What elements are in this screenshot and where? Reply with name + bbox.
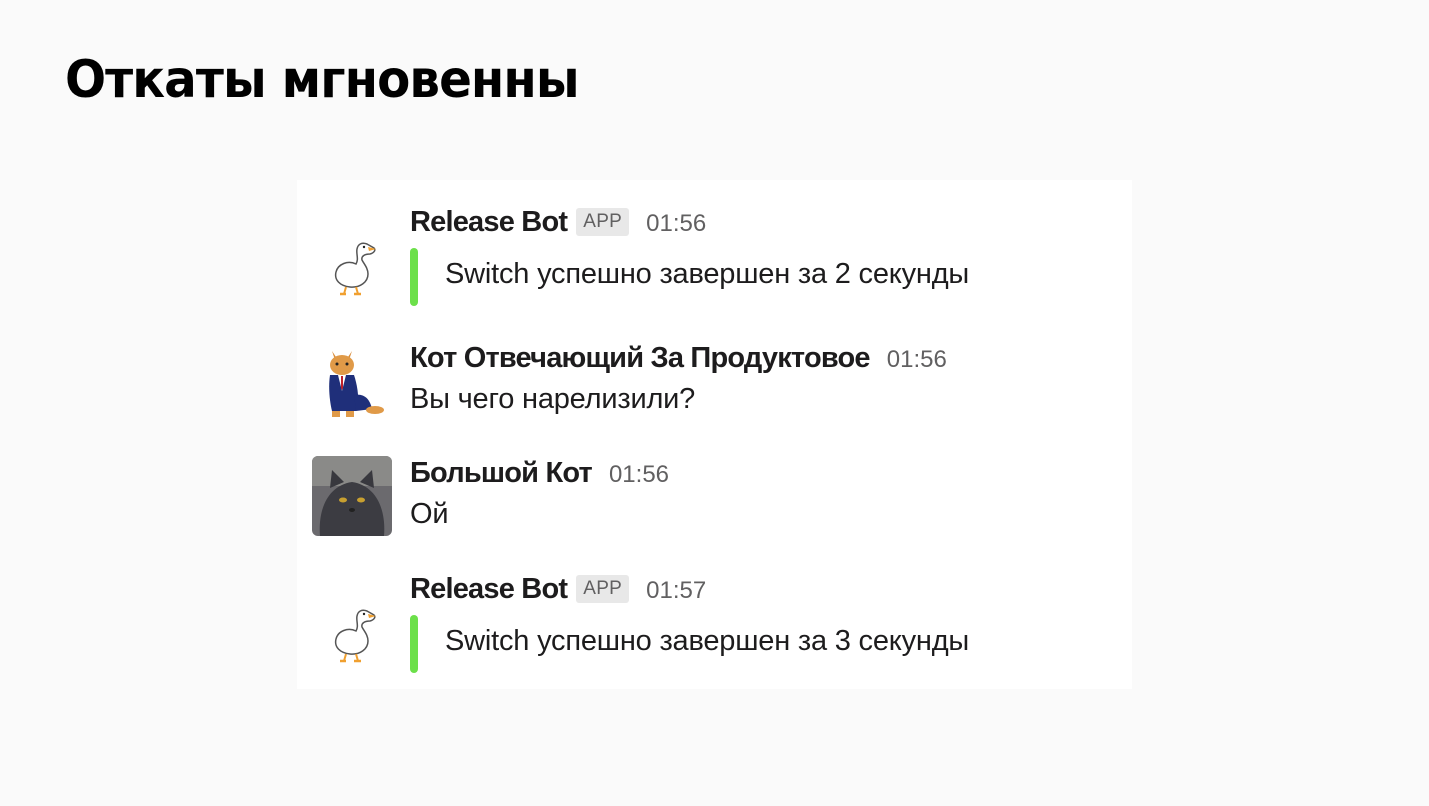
slide-title: Откаты мгновенны xyxy=(65,50,580,110)
goose-avatar-icon[interactable] xyxy=(312,224,392,304)
message-attachment: Switch успешно завершен за 2 секунды xyxy=(410,248,1122,306)
message-header: Кот Отвечающий За Продуктовое 01:56 xyxy=(410,338,1122,378)
message-timestamp[interactable]: 01:56 xyxy=(609,461,669,489)
attachment-color-bar xyxy=(410,615,418,673)
message-body: Release Bot APP 01:56 Switch успешно зав… xyxy=(410,202,1122,306)
grey-cat-avatar-icon[interactable] xyxy=(312,456,392,536)
message-header: Большой Кот 01:56 xyxy=(410,453,1122,493)
message-body: Большой Кот 01:56 Ой xyxy=(410,453,1122,531)
message-timestamp[interactable]: 01:57 xyxy=(646,577,706,605)
author-name[interactable]: Кот Отвечающий За Продуктовое xyxy=(410,342,871,375)
message-body: Кот Отвечающий За Продуктовое 01:56 Вы ч… xyxy=(410,338,1122,416)
goose-avatar-icon[interactable] xyxy=(312,591,392,671)
message-timestamp[interactable]: 01:56 xyxy=(887,346,947,374)
author-name[interactable]: Большой Кот xyxy=(410,457,593,490)
message-header: Release Bot APP 01:56 xyxy=(410,202,1122,242)
author-name[interactable]: Release Bot xyxy=(410,573,568,606)
message-text: Ой xyxy=(410,498,449,530)
message-body: Release Bot APP 01:57 Switch успешно зав… xyxy=(410,569,1122,673)
app-badge: APP xyxy=(576,575,630,603)
app-badge: APP xyxy=(576,208,630,236)
author-name[interactable]: Release Bot xyxy=(410,206,568,239)
attachment-text: Switch успешно завершен за 2 секунды xyxy=(445,258,970,290)
attachment-color-bar xyxy=(410,248,418,306)
chat-message-list: Release Bot APP 01:56 Switch успешно зав… xyxy=(297,180,1132,689)
message-timestamp[interactable]: 01:56 xyxy=(646,210,706,238)
message-attachment: Switch успешно завершен за 3 секунды xyxy=(410,615,1122,673)
cat-in-suit-avatar-icon[interactable] xyxy=(312,343,392,423)
message-header: Release Bot APP 01:57 xyxy=(410,569,1122,609)
message-text: Вы чего нарелизили? xyxy=(410,383,696,415)
attachment-text: Switch успешно завершен за 3 секунды xyxy=(445,625,970,657)
